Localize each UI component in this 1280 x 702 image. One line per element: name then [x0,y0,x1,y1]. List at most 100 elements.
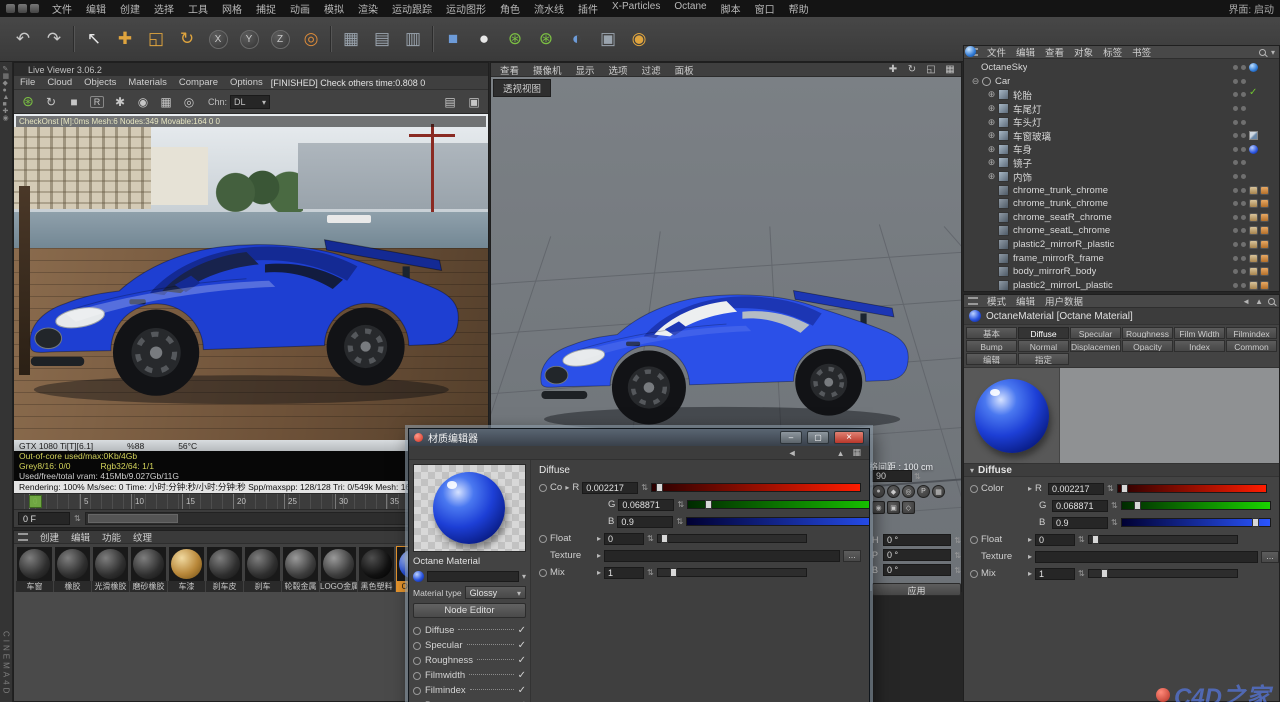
object-tree-item[interactable]: ⊕ 车窗玻璃 [964,129,1279,143]
editor-visibility-dot[interactable] [1233,174,1238,180]
spinner-icon[interactable] [914,471,921,481]
menu-item[interactable]: 文件 [45,0,79,17]
render-visibility-dot[interactable] [1241,187,1246,193]
live-viewer-titlebar[interactable]: Live Viewer 3.06.2 [14,63,488,76]
menu-item[interactable]: 流水线 [527,0,571,17]
search-icon[interactable] [1268,297,1275,305]
expander-icon[interactable]: ⊕ [986,103,997,114]
attribute-tab[interactable]: Diffuse [1018,327,1069,339]
spinner-icon[interactable] [676,516,683,527]
chevron-down-icon[interactable] [522,571,526,582]
material-ball-button[interactable]: ● [469,22,499,56]
orange-tag[interactable] [1260,267,1269,277]
spinner-icon[interactable] [954,565,961,575]
plus-icon[interactable]: ✚ [3,108,10,115]
render-visibility-dot[interactable] [1241,106,1246,112]
object-tree-item[interactable]: ⊕ 轮胎 [964,87,1279,102]
img-tag[interactable] [1249,131,1258,141]
editor-visibility-dot[interactable] [1233,282,1238,288]
autokey-button[interactable]: ◉ [872,501,885,514]
editor-visibility-dot[interactable] [1233,187,1238,193]
b-value-field[interactable]: 0.9 [1052,516,1108,529]
b-slider[interactable] [1120,518,1271,527]
anim-dot[interactable] [539,534,547,543]
spinner-icon[interactable] [647,567,654,578]
object-tree-item[interactable]: chrome_trunk_chrome [964,197,1279,211]
keyframe-selection-button[interactable]: ▦ [932,485,945,498]
expander-icon[interactable]: ⊕ [986,171,997,182]
spinner-icon[interactable] [954,535,961,545]
channel-toggle[interactable]: Filmindex [413,684,526,697]
float-slider[interactable] [656,534,807,543]
add-cube-button[interactable]: ■ [438,22,468,56]
menu-item[interactable]: X-Particles [605,0,667,17]
octane-liveviewer-button[interactable]: ⊛ [500,22,530,56]
diamond-icon[interactable]: ◆ [3,80,10,87]
expand-icon[interactable] [597,550,601,561]
spinner-icon[interactable] [1078,534,1085,545]
object-manager-menu-item[interactable]: 编辑 [1011,46,1040,59]
material-swatch[interactable]: 车窗 [16,547,53,592]
tan-tag[interactable] [1249,212,1258,222]
menu-item[interactable]: 运动跟踪 [385,0,439,17]
restart-render-button[interactable]: ↻ [40,92,62,112]
material-swatch[interactable]: 轮毂金属 [282,547,319,592]
light-object-button[interactable]: ◉ [624,22,654,56]
expander-icon[interactable]: ⊕ [986,117,997,128]
lock-resolution-button[interactable]: R [86,92,108,112]
mix-value-field[interactable]: 1 [1035,567,1076,580]
material-thumbnail[interactable] [359,547,394,581]
material-browser-menu-item[interactable]: 功能 [96,530,127,544]
attribute-tab[interactable]: Roughness [1122,327,1173,339]
rotation-value-field[interactable]: 0 ° [883,533,952,546]
render-visibility-dot[interactable] [1241,119,1246,125]
panel-menu-icon[interactable] [18,533,28,541]
minimize-button[interactable] [780,431,802,444]
check-icon[interactable] [518,655,526,666]
spinner-icon[interactable] [647,533,654,544]
lock-icon[interactable]: ▲ [1255,297,1263,306]
spinner-icon[interactable] [954,550,961,560]
spinner-icon[interactable] [641,482,648,493]
menu-item[interactable]: 脚本 [714,0,748,17]
object-tree-item[interactable]: body_mirrorR_body [964,265,1279,279]
editor-visibility-dot[interactable] [1233,214,1238,220]
object-tree-item[interactable]: ⊖ Car [964,75,1279,89]
current-frame-field[interactable]: 0 F [18,512,70,525]
r-value-field[interactable]: 0.002217 [1048,482,1105,495]
expand-icon[interactable] [597,567,601,578]
texture-field[interactable] [1035,550,1258,563]
orange-tag[interactable] [1260,253,1269,263]
anim-dot[interactable] [970,569,978,578]
channel-radio-icon[interactable] [413,641,421,650]
target-icon[interactable]: ◉ [3,115,10,122]
check-icon[interactable] [518,640,526,651]
node-editor-button[interactable]: Node Editor [413,603,526,618]
tan-tag[interactable] [1249,280,1258,290]
orbit-view-button[interactable]: ↻ [903,63,921,76]
expander-icon[interactable]: ⊕ [986,89,997,100]
mix-slider[interactable] [656,568,807,577]
editor-visibility-dot[interactable] [1233,78,1238,84]
live-viewer-menu-item[interactable]: Objects [78,77,122,88]
render-picture-viewer-button[interactable]: ▤ [367,22,397,56]
pan-view-button[interactable]: ✚ [884,63,902,76]
object-tree-item[interactable]: ⊕ 车尾灯 [964,102,1279,116]
live-viewer-menu-item[interactable]: Materials [122,77,173,88]
viewport-menu-item[interactable]: 摄像机 [526,63,569,77]
tan-tag[interactable] [1249,267,1258,277]
attribute-tab[interactable]: Index [1174,340,1225,352]
object-manager-menu-item[interactable]: 书签 [1127,46,1156,59]
z-axis-button[interactable]: Z [265,22,295,56]
channel-toggle[interactable]: Filmwidth [413,669,526,682]
panel-menu-icon[interactable] [968,297,978,305]
material-thumbnail[interactable] [207,547,242,581]
octane-objects-button[interactable]: ⊛ [531,22,561,56]
attribute-tab[interactable]: 指定 [1018,353,1069,365]
y-axis-button[interactable]: Y [234,22,264,56]
material-swatch[interactable]: 橡胶 [54,547,91,592]
object-tree-item[interactable]: ⊕ 内饰 [964,170,1279,184]
r-slider[interactable] [1116,484,1267,493]
render-visibility-dot[interactable] [1241,65,1246,71]
texture-browse-button[interactable]: … [1261,550,1279,563]
